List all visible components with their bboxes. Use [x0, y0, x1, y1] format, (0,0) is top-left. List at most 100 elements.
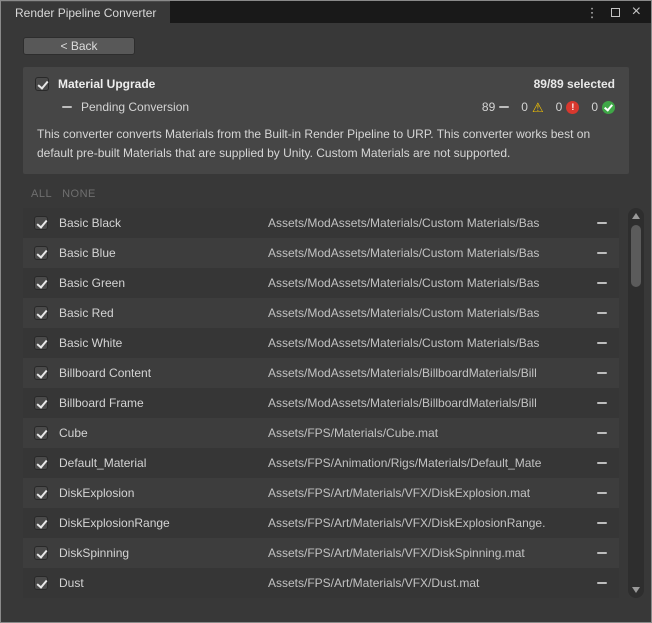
- material-upgrade-checkbox[interactable]: [35, 77, 49, 91]
- item-path: Assets/FPS/Materials/Cube.mat: [268, 426, 585, 440]
- list-item[interactable]: Dust Assets/FPS/Art/Materials/VFX/Dust.m…: [23, 568, 619, 598]
- list-area: Basic Black Assets/ModAssets/Materials/C…: [1, 208, 651, 598]
- list-item[interactable]: DiskSpinning Assets/FPS/Art/Materials/VF…: [23, 538, 619, 568]
- item-status: [585, 552, 619, 554]
- window-title: Render Pipeline Converter: [15, 6, 156, 20]
- item-path: Assets/FPS/Art/Materials/VFX/DiskSpinnin…: [268, 546, 585, 560]
- item-name: Cube: [59, 426, 268, 440]
- item-path: Assets/FPS/Animation/Rigs/Materials/Defa…: [268, 456, 585, 470]
- item-pending-dash-icon: [597, 462, 607, 464]
- materials-list: Basic Black Assets/ModAssets/Materials/C…: [23, 208, 619, 598]
- pending-dash-icon: [62, 106, 72, 108]
- item-status: [585, 342, 619, 344]
- item-checkbox[interactable]: [34, 306, 48, 320]
- item-path: Assets/FPS/Art/Materials/VFX/DiskExplosi…: [268, 516, 585, 530]
- success-count: 0: [591, 100, 598, 114]
- item-name: Billboard Content: [59, 366, 268, 380]
- item-checkbox[interactable]: [34, 516, 48, 530]
- converter-description: This converter converts Materials from t…: [35, 117, 615, 164]
- item-pending-dash-icon: [597, 552, 607, 554]
- list-item[interactable]: Billboard Content Assets/ModAssets/Mater…: [23, 358, 619, 388]
- maximize-icon[interactable]: [611, 8, 620, 17]
- item-pending-dash-icon: [597, 252, 607, 254]
- item-path: Assets/ModAssets/Materials/Custom Materi…: [268, 276, 585, 290]
- converter-title: Material Upgrade: [58, 77, 155, 91]
- success-icon: [602, 101, 615, 114]
- none-button[interactable]: NONE: [62, 188, 96, 200]
- close-icon[interactable]: ×: [632, 4, 641, 20]
- item-name: DiskExplosion: [59, 486, 268, 500]
- selection-shortcuts: ALL NONE: [31, 188, 629, 200]
- item-pending-dash-icon: [597, 522, 607, 524]
- item-checkbox[interactable]: [34, 486, 48, 500]
- item-name: DiskSpinning: [59, 546, 268, 560]
- list-item[interactable]: Basic White Assets/ModAssets/Materials/C…: [23, 328, 619, 358]
- success-count-group: 0: [591, 100, 615, 114]
- all-button[interactable]: ALL: [31, 188, 52, 200]
- list-item[interactable]: Basic Green Assets/ModAssets/Materials/C…: [23, 268, 619, 298]
- menu-icon[interactable]: ⋮: [586, 6, 599, 19]
- scrollbar-thumb[interactable]: [631, 225, 641, 287]
- window-controls: ⋮ ×: [586, 1, 651, 23]
- item-checkbox[interactable]: [34, 246, 48, 260]
- item-name: Default_Material: [59, 456, 268, 470]
- item-checkbox[interactable]: [34, 366, 48, 380]
- list-item[interactable]: Cube Assets/FPS/Materials/Cube.mat: [23, 418, 619, 448]
- item-status: [585, 312, 619, 314]
- item-checkbox[interactable]: [34, 336, 48, 350]
- item-checkbox[interactable]: [34, 276, 48, 290]
- error-icon: !: [566, 101, 579, 114]
- pending-label: Pending Conversion: [81, 100, 189, 114]
- warning-icon: ⚠: [532, 101, 544, 114]
- error-count-group: 0 !: [556, 100, 580, 114]
- item-status: [585, 432, 619, 434]
- item-status: [585, 222, 619, 224]
- item-checkbox[interactable]: [34, 456, 48, 470]
- item-name: Basic White: [59, 336, 268, 350]
- item-pending-dash-icon: [597, 222, 607, 224]
- item-checkbox[interactable]: [34, 396, 48, 410]
- item-name: DiskExplosionRange: [59, 516, 268, 530]
- item-path: Assets/ModAssets/Materials/BillboardMate…: [268, 396, 585, 410]
- title-bar: Render Pipeline Converter ⋮ ×: [1, 1, 651, 23]
- scroll-down-icon[interactable]: [632, 587, 640, 593]
- item-status: [585, 252, 619, 254]
- item-checkbox[interactable]: [34, 546, 48, 560]
- item-name: Basic Green: [59, 276, 268, 290]
- item-checkbox[interactable]: [34, 576, 48, 590]
- pending-conversion-row: Pending Conversion 89 0 ⚠ 0 !: [35, 91, 615, 117]
- item-status: [585, 402, 619, 404]
- titlebar-spacer: [170, 1, 585, 23]
- pending-count-group: 89: [482, 100, 509, 114]
- item-status: [585, 492, 619, 494]
- item-path: Assets/ModAssets/Materials/BillboardMate…: [268, 366, 585, 380]
- item-name: Billboard Frame: [59, 396, 268, 410]
- list-item[interactable]: Default_Material Assets/FPS/Animation/Ri…: [23, 448, 619, 478]
- window-tab[interactable]: Render Pipeline Converter: [1, 1, 170, 23]
- back-button[interactable]: < Back: [23, 37, 135, 55]
- item-checkbox[interactable]: [34, 426, 48, 440]
- scroll-up-icon[interactable]: [632, 213, 640, 219]
- list-item[interactable]: Billboard Frame Assets/ModAssets/Materia…: [23, 388, 619, 418]
- pending-status-icon: [499, 106, 509, 108]
- item-name: Basic Red: [59, 306, 268, 320]
- converter-header: Material Upgrade 89/89 selected: [35, 77, 615, 91]
- item-path: Assets/FPS/Art/Materials/VFX/DiskExplosi…: [268, 486, 585, 500]
- list-item[interactable]: Basic Blue Assets/ModAssets/Materials/Cu…: [23, 238, 619, 268]
- vertical-scrollbar[interactable]: [628, 208, 644, 598]
- list-item[interactable]: DiskExplosion Assets/FPS/Art/Materials/V…: [23, 478, 619, 508]
- item-name: Dust: [59, 576, 268, 590]
- item-pending-dash-icon: [597, 582, 607, 584]
- selected-count: 89/89 selected: [534, 77, 615, 91]
- list-item[interactable]: DiskExplosionRange Assets/FPS/Art/Materi…: [23, 508, 619, 538]
- warning-count: 0: [521, 100, 528, 114]
- item-path: Assets/ModAssets/Materials/Custom Materi…: [268, 306, 585, 320]
- list-item[interactable]: Basic Red Assets/ModAssets/Materials/Cus…: [23, 298, 619, 328]
- item-checkbox[interactable]: [34, 216, 48, 230]
- item-status: [585, 522, 619, 524]
- list-item[interactable]: Basic Black Assets/ModAssets/Materials/C…: [23, 208, 619, 238]
- item-pending-dash-icon: [597, 432, 607, 434]
- item-status: [585, 462, 619, 464]
- item-path: Assets/ModAssets/Materials/Custom Materi…: [268, 336, 585, 350]
- pending-count: 89: [482, 100, 495, 114]
